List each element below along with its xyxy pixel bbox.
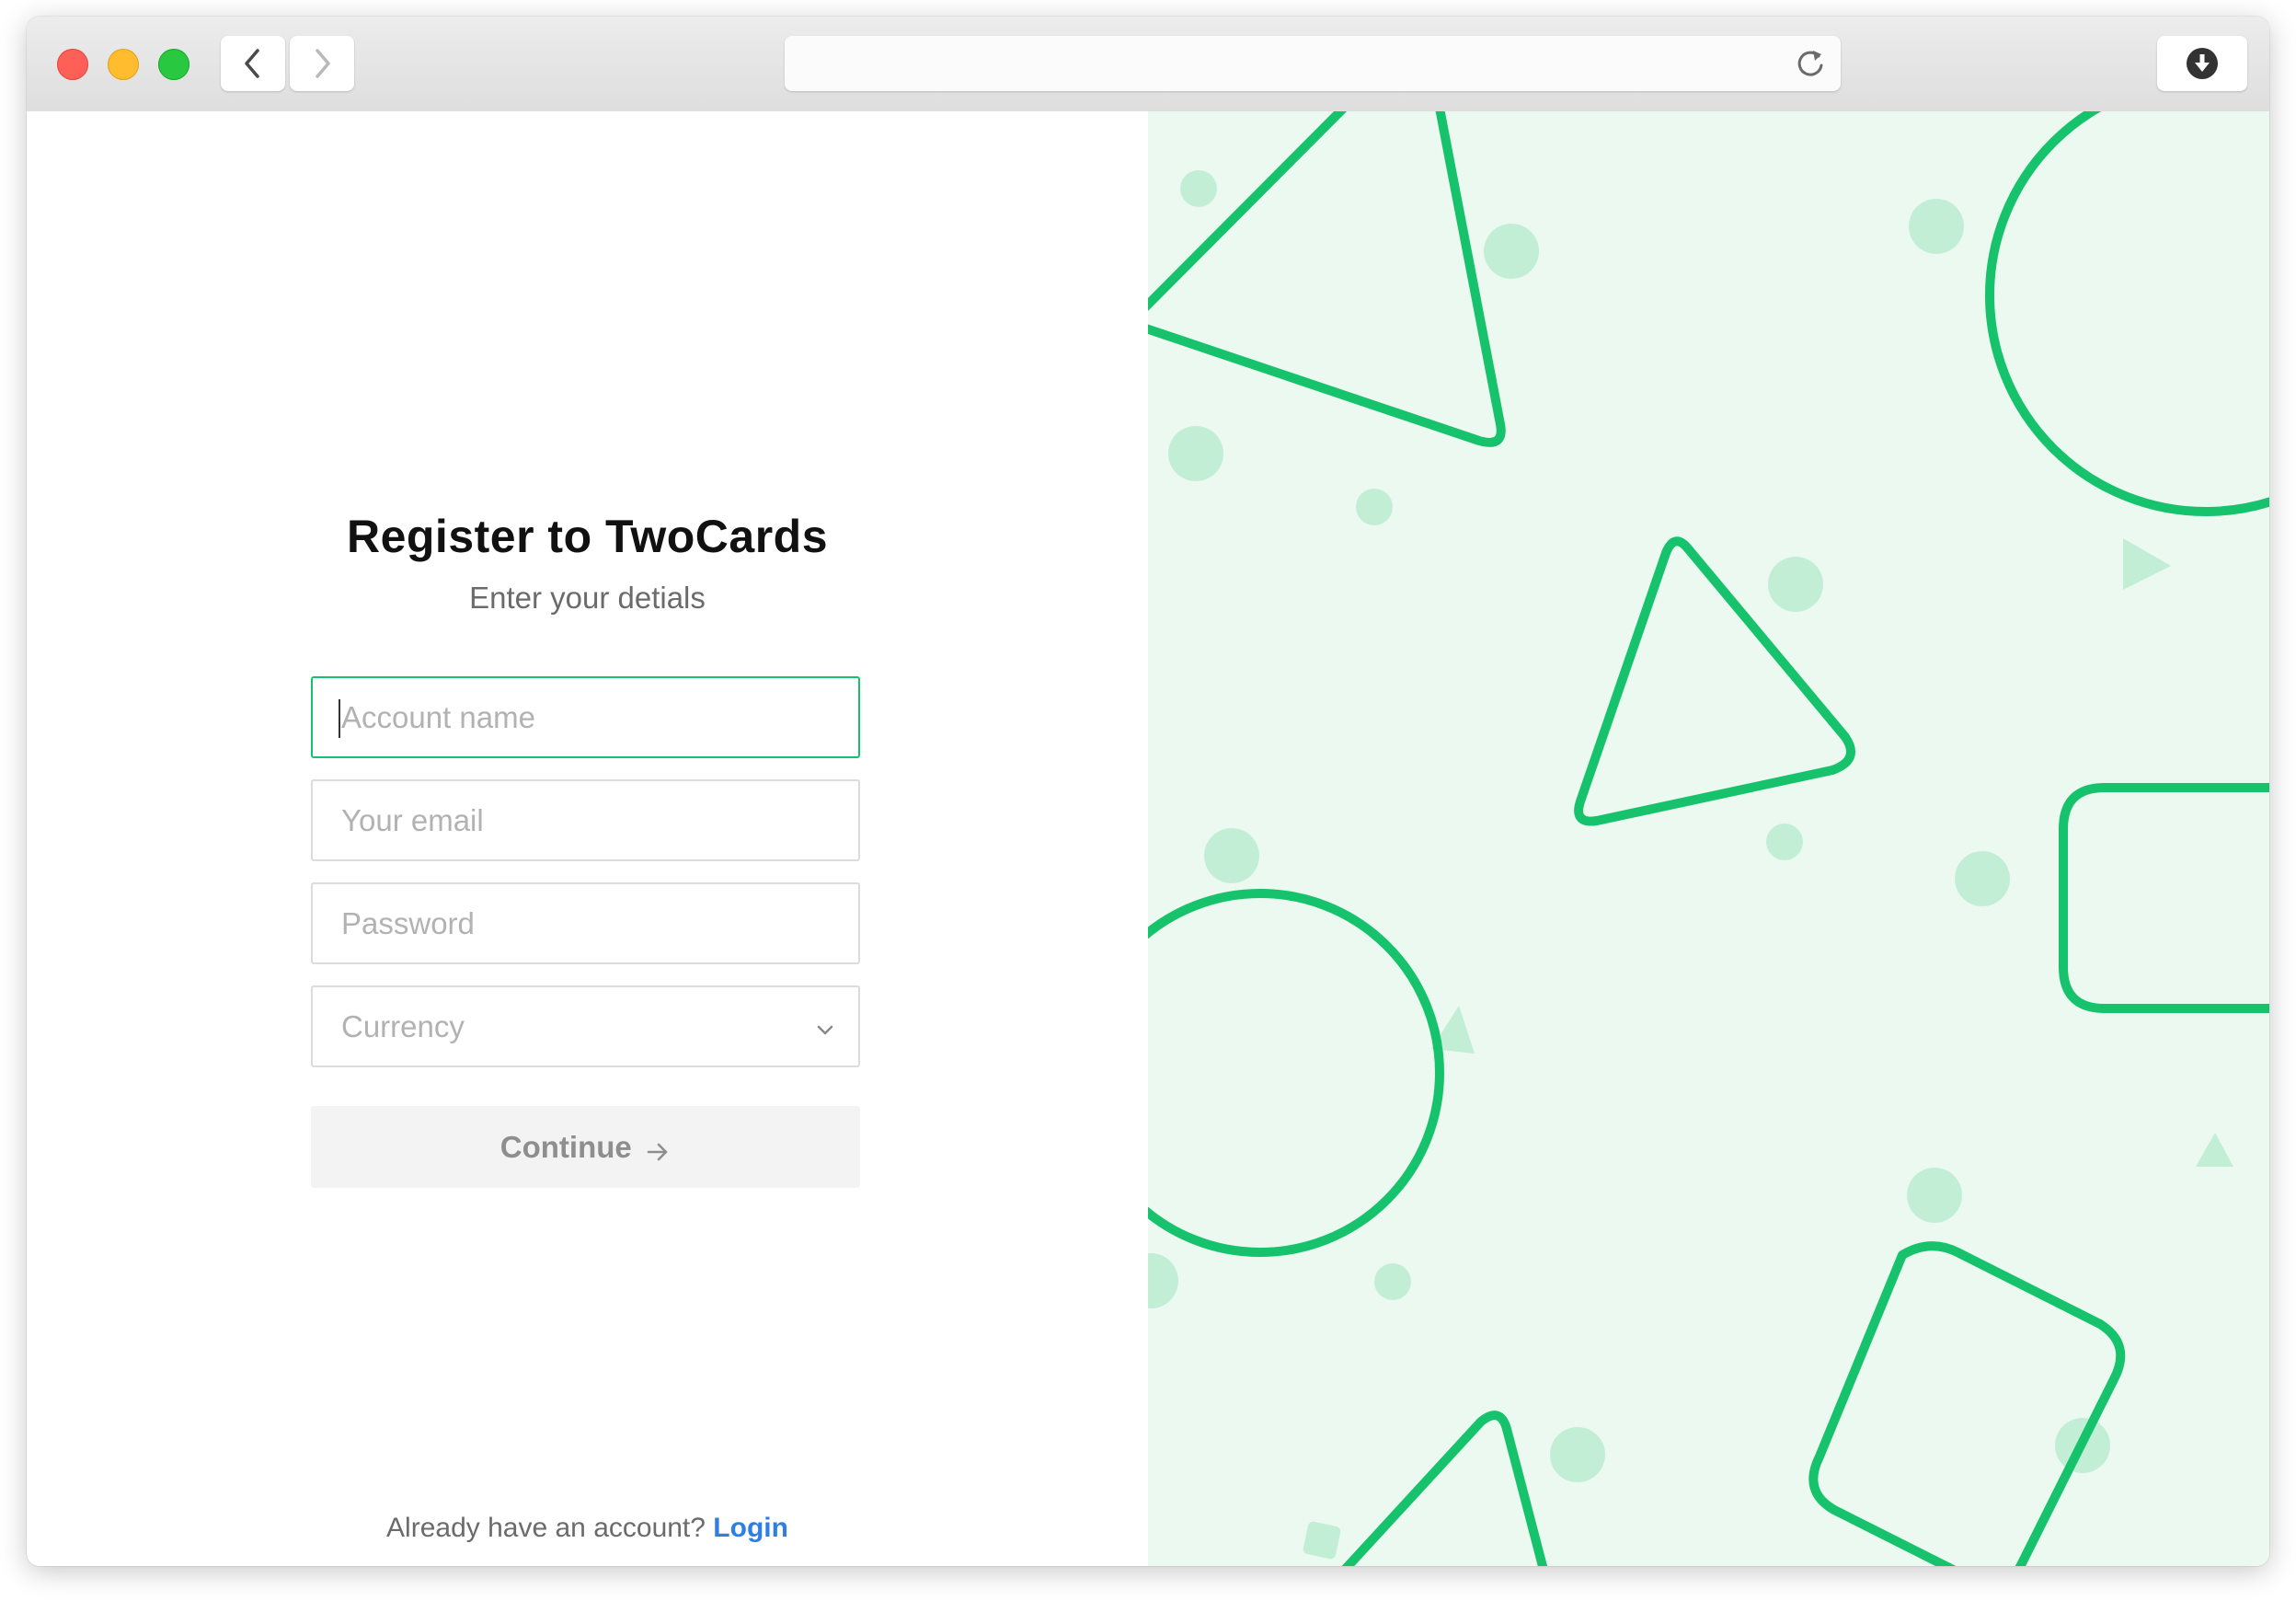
- page-title: Register to TwoCards: [346, 511, 829, 562]
- chevron-right-icon: [316, 49, 330, 78]
- zoom-window-button[interactable]: [158, 49, 189, 80]
- address-bar[interactable]: [785, 36, 1841, 91]
- reload-icon[interactable]: [1793, 45, 1830, 82]
- close-window-button[interactable]: [57, 49, 88, 80]
- geometric-pattern-illustration: [1148, 111, 2269, 1566]
- login-prompt: Already have an account? Login: [27, 1513, 1148, 1544]
- account-name-field[interactable]: [311, 676, 860, 758]
- forward-button[interactable]: [290, 36, 354, 91]
- browser-window: Register to TwoCards Enter your detials …: [27, 17, 2269, 1566]
- chevron-down-icon: [817, 1025, 833, 1035]
- currency-placeholder: Currency: [341, 1009, 465, 1043]
- continue-label: Continue: [499, 1130, 632, 1164]
- back-button[interactable]: [221, 36, 285, 91]
- login-prompt-text: Already have an account?: [386, 1513, 706, 1543]
- register-form-pane: Register to TwoCards Enter your detials …: [27, 111, 1148, 1566]
- download-icon: [2187, 48, 2218, 79]
- browser-toolbar: [27, 17, 2269, 112]
- password-input[interactable]: [313, 884, 858, 962]
- text-caret: [339, 699, 340, 738]
- minimize-window-button[interactable]: [108, 49, 139, 80]
- downloads-button[interactable]: [2157, 36, 2247, 91]
- login-link[interactable]: Login: [713, 1513, 788, 1543]
- chevron-left-icon: [245, 49, 259, 78]
- currency-select[interactable]: Currency: [311, 985, 860, 1067]
- arrow-right-icon: [647, 1143, 668, 1161]
- continue-button[interactable]: Continue: [311, 1106, 860, 1188]
- account-name-input[interactable]: [313, 678, 858, 756]
- password-field[interactable]: [311, 882, 860, 964]
- page-subtitle: Enter your detials: [469, 581, 706, 615]
- email-field[interactable]: [311, 779, 860, 861]
- decorative-pattern-panel: [1148, 111, 2269, 1566]
- email-input[interactable]: [313, 781, 858, 859]
